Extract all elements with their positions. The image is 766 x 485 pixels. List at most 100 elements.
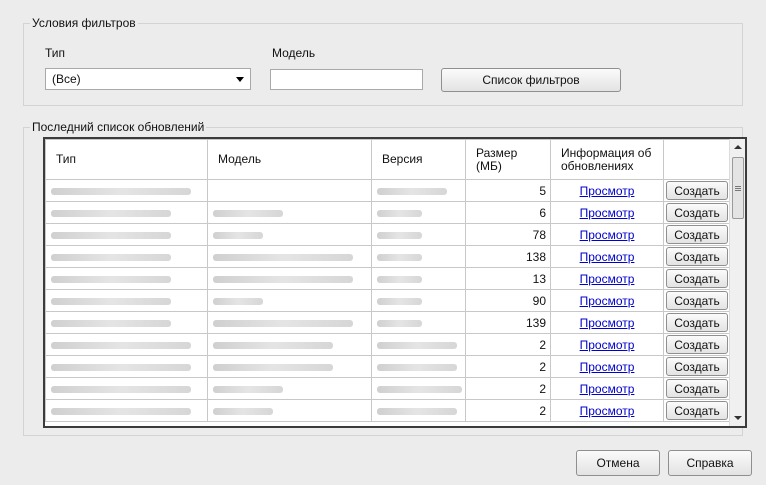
column-header-type[interactable]: Тип: [45, 139, 208, 180]
column-header-model[interactable]: Модель: [207, 139, 372, 180]
cell-model: [207, 333, 372, 356]
cell-model: [207, 201, 372, 224]
filter-list-button[interactable]: Список фильтров: [441, 68, 621, 92]
cell-model: [207, 355, 372, 378]
cell-model: [207, 399, 372, 422]
table-row[interactable]: 2 Просмотр Создать: [45, 399, 732, 422]
latest-updates-legend: Последний список обновлений: [32, 120, 205, 134]
cell-version: [371, 223, 466, 246]
table-row[interactable]: 2 Просмотр Создать: [45, 333, 732, 356]
redacted-text: [377, 253, 422, 261]
table-row[interactable]: 78 Просмотр Создать: [45, 223, 732, 246]
cell-size: 139: [465, 311, 551, 334]
view-link[interactable]: Просмотр: [580, 272, 635, 286]
cell-version: [371, 311, 466, 334]
create-button[interactable]: Создать: [666, 291, 728, 310]
redacted-text: [51, 187, 191, 195]
view-link[interactable]: Просмотр: [580, 316, 635, 330]
cell-version: [371, 333, 466, 356]
grip-icon: [735, 186, 741, 191]
redacted-text: [377, 297, 422, 305]
view-link[interactable]: Просмотр: [580, 382, 635, 396]
table-row[interactable]: 138 Просмотр Создать: [45, 245, 732, 268]
view-link[interactable]: Просмотр: [580, 250, 635, 264]
cell-version: [371, 179, 466, 202]
redacted-text: [377, 385, 462, 393]
column-header-version[interactable]: Версия: [371, 139, 466, 180]
cell-info: Просмотр: [550, 311, 664, 334]
cell-model: [207, 179, 372, 202]
cell-action: Создать: [663, 223, 732, 246]
redacted-text: [213, 297, 263, 305]
view-link[interactable]: Просмотр: [580, 338, 635, 352]
create-button[interactable]: Создать: [666, 247, 728, 266]
cell-info: Просмотр: [550, 179, 664, 202]
type-select[interactable]: (Все): [45, 68, 251, 90]
table-row[interactable]: 2 Просмотр Создать: [45, 355, 732, 378]
cell-info: Просмотр: [550, 289, 664, 312]
create-button[interactable]: Создать: [666, 269, 728, 288]
scrollbar-thumb[interactable]: [732, 157, 744, 219]
cell-size: 2: [465, 333, 551, 356]
cell-action: Создать: [663, 333, 732, 356]
view-link[interactable]: Просмотр: [580, 360, 635, 374]
redacted-text: [213, 341, 333, 349]
create-button[interactable]: Создать: [666, 379, 728, 398]
create-button[interactable]: Создать: [666, 181, 728, 200]
table-row[interactable]: 6 Просмотр Создать: [45, 201, 732, 224]
table-row[interactable]: 139 Просмотр Создать: [45, 311, 732, 334]
create-button[interactable]: Создать: [666, 357, 728, 376]
filter-conditions-group: Условия фильтров: [23, 16, 743, 106]
type-label: Тип: [45, 46, 66, 60]
cell-action: Создать: [663, 201, 732, 224]
cell-type: [45, 333, 208, 356]
table-row[interactable]: 2 Просмотр Создать: [45, 377, 732, 400]
cell-type: [45, 399, 208, 422]
cell-info: Просмотр: [550, 223, 664, 246]
table-header-row: Тип Модель Версия Размер (МБ) Информация…: [45, 139, 732, 180]
column-header-size[interactable]: Размер (МБ): [465, 139, 551, 180]
cell-version: [371, 399, 466, 422]
cell-size: 2: [465, 355, 551, 378]
table-row[interactable]: 13 Просмотр Создать: [45, 267, 732, 290]
cell-type: [45, 223, 208, 246]
view-link[interactable]: Просмотр: [580, 206, 635, 220]
redacted-text: [213, 209, 283, 217]
cell-version: [371, 289, 466, 312]
view-link[interactable]: Просмотр: [580, 404, 635, 418]
redacted-text: [51, 253, 171, 261]
create-button[interactable]: Создать: [666, 313, 728, 332]
cell-version: [371, 245, 466, 268]
column-header-info[interactable]: Информация об обновлениях: [550, 139, 664, 180]
view-link[interactable]: Просмотр: [580, 228, 635, 242]
redacted-text: [377, 341, 457, 349]
cell-type: [45, 311, 208, 334]
cancel-button[interactable]: Отмена: [576, 450, 660, 476]
create-button[interactable]: Создать: [666, 203, 728, 222]
redacted-text: [213, 253, 353, 261]
cell-info: Просмотр: [550, 201, 664, 224]
create-button[interactable]: Создать: [666, 401, 728, 420]
table-row[interactable]: 5 Просмотр Создать: [45, 179, 732, 202]
scroll-up-arrow-icon[interactable]: [734, 145, 742, 149]
create-button[interactable]: Создать: [666, 335, 728, 354]
view-link[interactable]: Просмотр: [580, 184, 635, 198]
cell-type: [45, 267, 208, 290]
cell-model: [207, 245, 372, 268]
create-button[interactable]: Создать: [666, 225, 728, 244]
cell-action: Создать: [663, 311, 732, 334]
cell-type: [45, 201, 208, 224]
scroll-down-arrow-icon[interactable]: [734, 416, 742, 420]
model-input[interactable]: [270, 69, 423, 90]
table-row[interactable]: 90 Просмотр Создать: [45, 289, 732, 312]
cell-model: [207, 377, 372, 400]
vertical-scrollbar[interactable]: [729, 139, 745, 426]
view-link[interactable]: Просмотр: [580, 294, 635, 308]
updates-table: Тип Модель Версия Размер (МБ) Информация…: [43, 137, 747, 428]
redacted-text: [377, 319, 422, 327]
cell-model: [207, 267, 372, 290]
cell-size: 90: [465, 289, 551, 312]
redacted-text: [51, 275, 171, 283]
type-select-value: (Все): [52, 72, 81, 86]
help-button[interactable]: Справка: [668, 450, 752, 476]
